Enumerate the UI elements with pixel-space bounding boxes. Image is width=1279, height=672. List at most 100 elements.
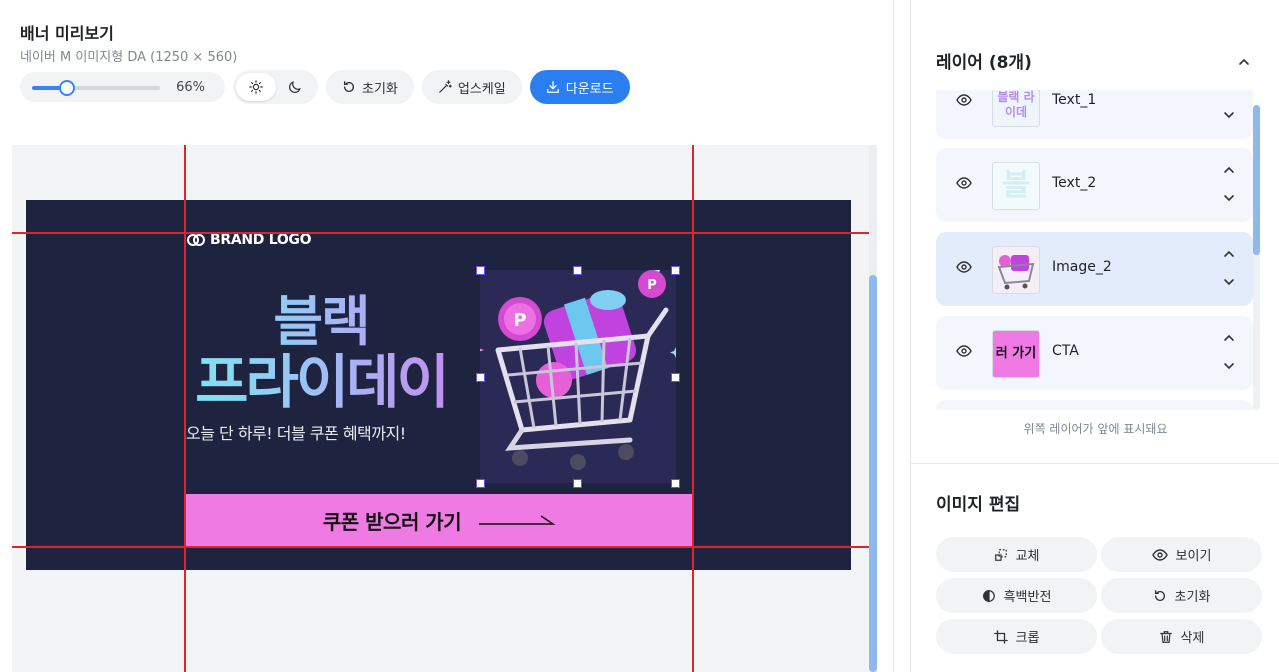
moon-icon bbox=[289, 81, 301, 93]
eye-icon[interactable] bbox=[956, 177, 972, 189]
zoom-track[interactable] bbox=[32, 86, 160, 90]
guide-line-top bbox=[12, 232, 877, 234]
eye-icon[interactable] bbox=[956, 261, 972, 273]
layer-item-text-1[interactable]: 블랙 라이데 Text_1 bbox=[936, 90, 1253, 139]
banner-artboard[interactable]: BRAND LOGO 블랙 프라이데이 오늘 단 하루! 더블 쿠폰 혜택까지! bbox=[26, 200, 851, 570]
light-mode-button[interactable] bbox=[236, 73, 276, 101]
cta-label: 쿠폰 받으러 가기 bbox=[322, 509, 462, 534]
crop-icon bbox=[993, 629, 1008, 644]
show-label: 보이기 bbox=[1175, 549, 1212, 564]
reset-icon bbox=[343, 81, 355, 92]
chevron-up-icon bbox=[1239, 58, 1249, 65]
chevron-down-icon[interactable] bbox=[1222, 277, 1236, 287]
image-edit-title: 이미지 편집 bbox=[936, 495, 1021, 515]
reset-icon bbox=[1154, 589, 1165, 601]
show-layer-button[interactable]: 보이기 bbox=[1101, 537, 1262, 572]
trash-icon bbox=[1159, 630, 1172, 643]
resize-handle-top[interactable] bbox=[573, 266, 582, 275]
canvas-scrollbar-thumb[interactable] bbox=[869, 275, 877, 672]
invert-label: 흑백반전 bbox=[1003, 590, 1052, 605]
preview-toolbar: 66% 초기화 업스케일 다운로드 bbox=[20, 70, 630, 104]
reset-button[interactable]: 초기화 bbox=[326, 70, 414, 104]
zoom-value: 66% bbox=[176, 80, 205, 95]
download-icon bbox=[546, 81, 559, 93]
magic-wand-icon bbox=[439, 80, 452, 93]
page-title: 배너 미리보기 bbox=[20, 24, 114, 43]
chevron-up-icon[interactable] bbox=[1222, 165, 1236, 175]
arrow-right-icon bbox=[479, 515, 556, 525]
resize-handle-top-left[interactable] bbox=[476, 266, 485, 275]
resize-handle-bottom-left[interactable] bbox=[476, 479, 485, 488]
section-divider bbox=[911, 463, 1279, 464]
headline-text[interactable]: 블랙 프라이데이 bbox=[186, 292, 456, 413]
resize-handle-bottom-right[interactable] bbox=[671, 479, 680, 488]
chevron-down-icon[interactable] bbox=[1222, 110, 1236, 120]
headline-line-2: 프라이데이 bbox=[186, 352, 456, 412]
headline-line-1: 블랙 bbox=[186, 292, 456, 352]
crop-button[interactable]: 크롭 bbox=[936, 619, 1097, 654]
resize-handle-right[interactable] bbox=[671, 373, 680, 382]
layer-item-text-2[interactable]: 블 Text_2 bbox=[936, 148, 1253, 222]
reset-image-label: 초기화 bbox=[1174, 590, 1211, 605]
theme-toggle bbox=[233, 70, 318, 104]
layer-thumbnail: 블랙 라이데 bbox=[992, 90, 1040, 127]
layer-name: Text_2 bbox=[1052, 175, 1097, 191]
layers-sidebar: 레이어 (8개) 블랙 라이데 Text_1 블 Text_2 Image_2 … bbox=[910, 0, 1279, 672]
resize-handle-left[interactable] bbox=[476, 373, 485, 382]
page-subtitle: 네이버 M 이미지형 DA (1250 × 560) bbox=[20, 50, 238, 65]
resize-handle-bottom[interactable] bbox=[573, 479, 582, 488]
svg-text:P: P bbox=[647, 278, 657, 293]
brand-logo[interactable]: BRAND LOGO bbox=[186, 232, 312, 248]
layers-collapse-button[interactable] bbox=[1237, 52, 1251, 71]
guide-line-bottom bbox=[12, 546, 877, 548]
layers-title: 레이어 (8개) bbox=[936, 53, 1032, 73]
layer-scrollbar-thumb[interactable] bbox=[1253, 105, 1260, 255]
delete-label: 삭제 bbox=[1180, 631, 1205, 646]
layer-item-partial[interactable] bbox=[936, 400, 1253, 410]
eye-icon bbox=[1151, 548, 1168, 561]
sun-icon bbox=[249, 80, 263, 94]
upscale-label: 업스케일 bbox=[457, 81, 506, 97]
chevron-down-icon[interactable] bbox=[1222, 361, 1236, 371]
download-label: 다운로드 bbox=[565, 81, 614, 97]
delete-button[interactable]: 삭제 bbox=[1101, 619, 1262, 654]
chevron-down-icon[interactable] bbox=[1222, 193, 1236, 203]
sub-copy-text[interactable]: 오늘 단 하루! 더블 쿠폰 혜택까지! bbox=[186, 420, 406, 444]
upscale-button[interactable]: 업스케일 bbox=[421, 70, 522, 104]
contrast-icon bbox=[982, 589, 995, 602]
eye-icon[interactable] bbox=[956, 345, 972, 357]
layer-name: Text_1 bbox=[1052, 92, 1097, 108]
download-button[interactable]: 다운로드 bbox=[529, 70, 630, 104]
zoom-slider[interactable]: 66% bbox=[20, 72, 225, 102]
layer-thumbnail: 블 bbox=[992, 162, 1040, 210]
resize-handle-top-right[interactable] bbox=[671, 266, 680, 275]
brand-logo-text: BRAND LOGO bbox=[210, 232, 312, 248]
layer-name: Image_2 bbox=[1052, 259, 1112, 275]
guide-line-left bbox=[184, 145, 186, 672]
reset-label: 초기화 bbox=[362, 81, 398, 97]
brand-rings-icon bbox=[187, 234, 205, 246]
layer-name: CTA bbox=[1052, 343, 1079, 359]
zoom-thumb[interactable] bbox=[58, 80, 75, 96]
layer-list: 블랙 라이데 Text_1 블 Text_2 Image_2 러 가기 CTA bbox=[911, 90, 1279, 410]
preview-panel: 배너 미리보기 네이버 M 이미지형 DA (1250 × 560) 66% 초… bbox=[0, 0, 894, 672]
layer-thumbnail: 러 가기 bbox=[992, 330, 1040, 378]
layer-item-cta[interactable]: 러 가기 CTA bbox=[936, 316, 1253, 390]
cart-illustration: P P bbox=[468, 256, 682, 470]
layer-item-image-2[interactable]: Image_2 bbox=[936, 232, 1253, 306]
chevron-up-icon[interactable] bbox=[1222, 333, 1236, 343]
replace-icon bbox=[994, 548, 1007, 561]
reset-image-button[interactable]: 초기화 bbox=[1101, 578, 1262, 613]
cta-button-layer[interactable]: 쿠폰 받으러 가기 bbox=[185, 494, 693, 546]
layers-order-note: 위쪽 레이어가 앞에 표시돼요 bbox=[1023, 422, 1168, 436]
eye-icon[interactable] bbox=[956, 94, 972, 106]
cart-thumbnail bbox=[997, 255, 1035, 290]
preview-canvas[interactable]: BRAND LOGO 블랙 프라이데이 오늘 단 하루! 더블 쿠폰 혜택까지! bbox=[12, 145, 877, 672]
replace-image-button[interactable]: 교체 bbox=[936, 537, 1097, 572]
shopping-cart-image[interactable]: P P bbox=[468, 256, 682, 483]
chevron-up-icon[interactable] bbox=[1222, 249, 1236, 259]
guide-line-right bbox=[692, 145, 694, 672]
invert-button[interactable]: 흑백반전 bbox=[936, 578, 1097, 613]
layer-thumbnail bbox=[992, 246, 1040, 294]
dark-mode-button[interactable] bbox=[275, 73, 315, 101]
